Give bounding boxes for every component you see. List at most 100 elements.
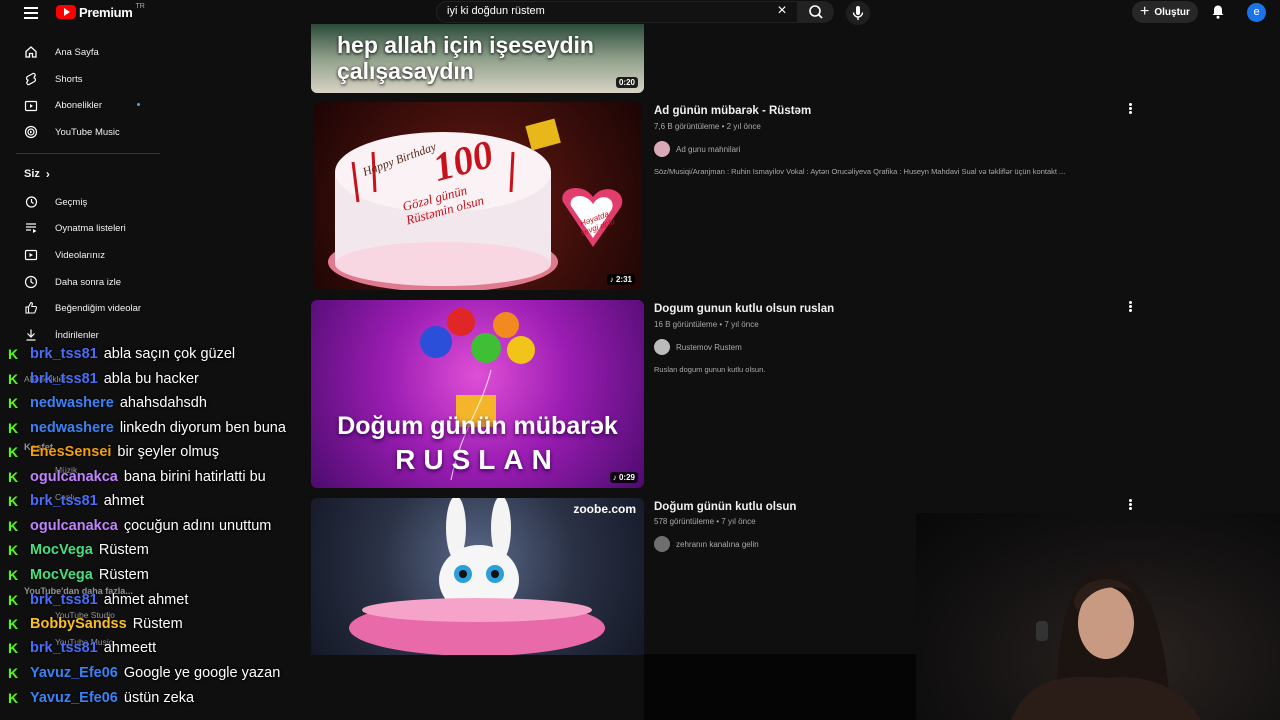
kick-badge-icon: K [8, 469, 19, 485]
notifications-bell-icon[interactable] [1210, 4, 1226, 20]
kick-badge-icon: K [8, 420, 19, 436]
sidebar-item-label: Oynatma listeleri [55, 222, 126, 234]
chat-username: ogulcanakca [30, 469, 118, 485]
chat-message: Kbrk_tss81 ahmet [8, 489, 144, 513]
chat-text: bir şeyler olmuş [117, 444, 219, 460]
chat-message: Kogulcanakca çocuğun adını unuttum [8, 514, 271, 538]
kick-badge-icon: K [8, 444, 19, 460]
sidebar-item-label: Beğendiğim videolar [55, 302, 142, 314]
sidebar-item-subscriptions[interactable]: Abonelikler [16, 93, 166, 117]
video-meta: 16 B görüntüleme • 7 yıl önce [654, 320, 759, 329]
sidebar-item-home[interactable]: Ana Sayfa [16, 40, 166, 64]
kick-badge-icon: K [8, 395, 19, 411]
sidebar-item-label: Abonelikler [55, 99, 102, 111]
sidebar-item-your-videos[interactable]: Videolarınız [16, 243, 166, 267]
video-duration: ♪ 2:31 [606, 274, 635, 285]
thumb-text-watermark: zoobe.com [573, 502, 636, 516]
sidebar-item-label: Geçmiş [55, 196, 88, 208]
video-title[interactable]: Doğum günün kutlu olsun [654, 501, 796, 513]
chat-username: brk_tss81 [30, 346, 98, 362]
chat-text: üstün zeka [123, 690, 195, 706]
search-box[interactable] [436, 1, 798, 23]
streamer-image [1011, 568, 1201, 720]
clear-search-icon[interactable]: × [774, 3, 790, 19]
video-description: Söz/Musiqi/Aranjman : Ruhin Ismayilov Vo… [654, 167, 1066, 176]
search-icon [809, 5, 823, 19]
chat-message: K BobbySandss Rüstem [8, 612, 183, 636]
chat-text: abla bu hacker [103, 371, 199, 387]
chat-username: MocVega [30, 542, 93, 558]
shorts-icon [26, 72, 36, 86]
sidebar-item-liked-videos[interactable]: Beğendiğim videolar [16, 296, 166, 320]
new-content-dot [137, 103, 140, 106]
channel-avatar [654, 339, 670, 355]
chat-text: abla saçın çok güzel [103, 346, 236, 362]
channel-avatar [654, 536, 670, 552]
create-button[interactable]: + Oluştur [1132, 1, 1198, 23]
more-actions-icon[interactable] [1129, 103, 1133, 115]
menu-icon[interactable] [22, 4, 40, 22]
thumbnail-overlay-text: hep allah için işeseydin çalışasaydın [337, 32, 594, 84]
top-bar: Premium TR × + Oluştur e [0, 0, 1280, 26]
chat-text: ahmet [103, 493, 145, 509]
chat-username: ogulcanakca [30, 518, 118, 534]
chat-username: BobbySandss [30, 616, 127, 632]
search-button[interactable] [798, 1, 834, 23]
video-title[interactable]: Ad günün mübarək - Rüstəm [654, 105, 811, 117]
chat-message: Kbrk_tss81 abla bu hacker [8, 367, 199, 391]
voice-search-button[interactable] [846, 1, 870, 25]
chat-message: Kbrk_tss81 ahmeett [8, 636, 156, 660]
video-thumbnail[interactable]: Happy Birthday 100 Gözəl günün Rüstəmin … [313, 102, 641, 290]
home-icon [25, 46, 37, 58]
chat-message: Knedwashere ahahsdahsdh [8, 391, 207, 415]
video-duration: 0:20 [615, 77, 638, 88]
channel-link[interactable]: Rustemov Rustem [654, 339, 742, 355]
chat-message: K Yavuz_Efe06 üstün zeka [8, 686, 194, 710]
channel-link[interactable]: Ad gunu mahnilari [654, 141, 740, 157]
subscriptions-icon [24, 100, 38, 112]
plus-icon: + [1140, 3, 1150, 20]
thumb-text-title: Doğum günün mübarək [337, 412, 618, 440]
search-input[interactable] [447, 5, 767, 17]
channel-name: Ad gunu mahnilari [676, 144, 741, 154]
video-meta: 578 görüntüleme • 7 yıl önce [654, 517, 756, 526]
your-videos-icon [24, 249, 38, 261]
chat-text: Rüstem [98, 542, 149, 558]
chat-message: K EnesSensei bir şeyler olmuş [8, 440, 219, 464]
sidebar-item-shorts[interactable]: Shorts [16, 67, 166, 91]
chat-username: brk_tss81 [30, 371, 98, 387]
chat-text: Rüstem [132, 616, 183, 632]
youtube-premium-logo[interactable]: Premium TR [56, 3, 145, 20]
chevron-right-icon: › [45, 167, 50, 181]
sidebar-item-playlists[interactable]: Oynatma listeleri [16, 216, 166, 240]
kick-badge-icon: K [8, 616, 19, 632]
more-actions-icon[interactable] [1129, 499, 1133, 511]
more-actions-icon[interactable] [1129, 301, 1133, 313]
account-avatar[interactable]: e [1247, 3, 1266, 22]
chat-message: K MocVega Rüstem [8, 563, 149, 587]
sidebar-item-label: Videolarınız [55, 249, 105, 261]
video-thumbnail[interactable]: hep allah için işeseydin çalışasaydın 0:… [311, 24, 644, 93]
channel-link[interactable]: zehranın kanalına gelin [654, 536, 759, 552]
kick-badge-icon: K [8, 493, 19, 509]
kick-badge-icon: K [8, 371, 19, 387]
chat-username: EnesSensei [30, 444, 112, 460]
video-title[interactable]: Dogum gunun kutlu olsun ruslan [654, 303, 834, 315]
video-thumbnail[interactable]: Doğum günün mübarək RUSLAN ♪ 0:29 [311, 300, 644, 488]
video-thumbnail[interactable]: zoobe.com [311, 498, 644, 655]
you-header-label: Siz [24, 168, 40, 180]
sidebar-item-label: YouTube Music [55, 126, 120, 138]
chat-username: Yavuz_Efe06 [30, 690, 118, 706]
chat-username: nedwashere [30, 420, 114, 436]
chat-message: Kbrk_tss81 abla saçın çok güzel [8, 342, 235, 366]
sidebar-you-header[interactable]: Siz › [24, 167, 50, 181]
sidebar-item-history[interactable]: Geçmiş [16, 190, 166, 214]
sidebar-item-watch-later[interactable]: Daha sonra izle [16, 270, 166, 294]
chat-text: ahmet ahmet [103, 592, 189, 608]
chat-text: Google ye google yazan [123, 665, 281, 681]
sidebar-item-youtube-music[interactable]: YouTube Music [16, 120, 166, 144]
video-description: Ruslan dogum gunun kutlu olsun. [654, 365, 766, 374]
chat-message: K Yavuz_Efe06 Google ye google yazan [8, 661, 280, 685]
kick-badge-icon: K [8, 346, 19, 362]
chat-message: Knedwashere linkedn diyorum ben buna [8, 416, 286, 440]
